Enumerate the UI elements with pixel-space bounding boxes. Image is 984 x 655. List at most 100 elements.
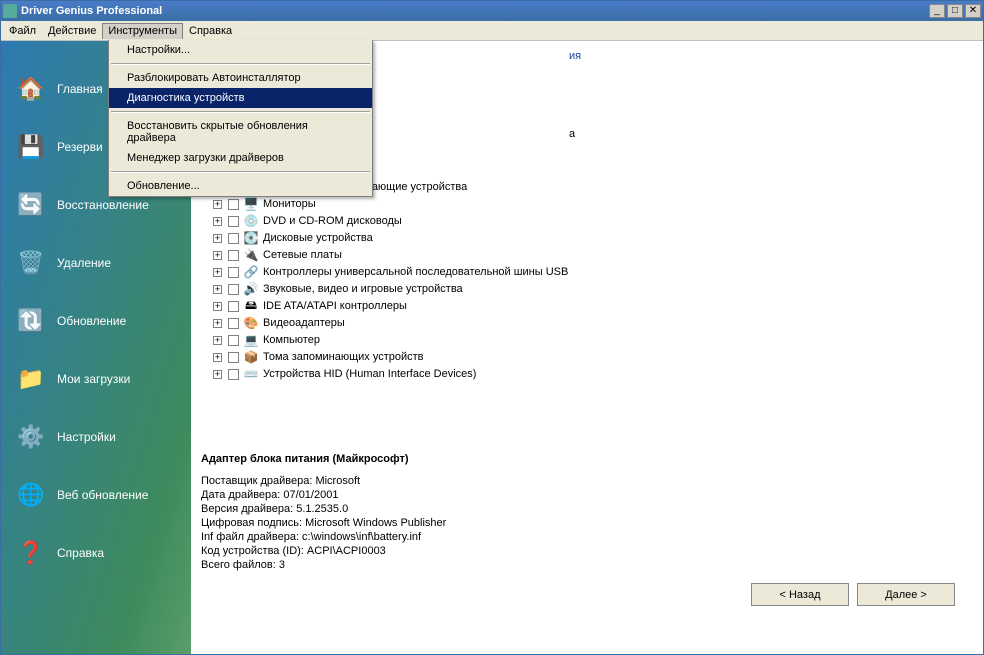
partial-text-mid: а xyxy=(569,128,575,140)
app-icon xyxy=(3,4,17,18)
checkbox[interactable] xyxy=(228,250,239,261)
tree-label: Видеоадаптеры xyxy=(263,317,345,329)
sidebar-label: Настройки xyxy=(57,430,116,444)
detail-line-2: Версия драйвера: 5.1.2535.0 xyxy=(201,503,967,515)
sidebar-label: Мои загрузки xyxy=(57,372,130,386)
sidebar-icon: 🔃 xyxy=(15,305,47,337)
menu-help[interactable]: Справка xyxy=(183,23,238,39)
tools-dropdown: Настройки... Разблокировать Автоинсталлят… xyxy=(108,40,373,197)
driver-details: Адаптер блока питания (Майкрософт) Поста… xyxy=(201,453,967,573)
detail-line-3: Цифровая подпись: Microsoft Windows Publ… xyxy=(201,517,967,529)
sidebar-label: Обновление xyxy=(57,314,126,328)
menu-action[interactable]: Действие xyxy=(42,23,102,39)
expand-icon[interactable]: + xyxy=(213,353,222,362)
tree-label: Звуковые, видео и игровые устройства xyxy=(263,283,463,295)
tree-row[interactable]: +🔗Контроллеры универсальной последовател… xyxy=(213,264,967,280)
device-icon: 🖥️ xyxy=(243,196,259,212)
checkbox[interactable] xyxy=(228,284,239,295)
dropdown-separator xyxy=(111,171,370,173)
detail-line-5: Код устройства (ID): ACPI\ACPI0003 xyxy=(201,545,967,557)
details-title: Адаптер блока питания (Майкрософт) xyxy=(201,453,967,465)
expand-icon[interactable]: + xyxy=(213,234,222,243)
tree-row[interactable]: + 🖥️ Мониторы xyxy=(213,196,967,212)
checkbox[interactable] xyxy=(228,233,239,244)
checkbox[interactable] xyxy=(228,335,239,346)
dropdown-item-6[interactable]: Менеджер загрузки драйверов xyxy=(109,148,372,168)
dropdown-item-2[interactable]: Разблокировать Автоинсталлятор xyxy=(109,68,372,88)
device-icon: 🖴 xyxy=(243,298,259,314)
dropdown-separator xyxy=(111,111,370,113)
next-button[interactable]: Далее > xyxy=(857,583,955,606)
checkbox[interactable] xyxy=(228,352,239,363)
sidebar-icon: ⚙️ xyxy=(15,421,47,453)
device-icon: 💿 xyxy=(243,213,259,229)
device-icon: 💻 xyxy=(243,332,259,348)
sidebar-label: Справка xyxy=(57,546,104,560)
sidebar-icon: 🌐 xyxy=(15,479,47,511)
sidebar-item-4[interactable]: 🔃 Обновление xyxy=(1,299,191,343)
sidebar-item-7[interactable]: 🌐Веб обновление xyxy=(1,473,191,517)
tree-label: Сетевые платы xyxy=(263,249,342,261)
checkbox[interactable] xyxy=(228,318,239,329)
checkbox[interactable] xyxy=(228,216,239,227)
tree-label: Контроллеры универсальной последовательн… xyxy=(263,266,568,278)
tree-row[interactable]: +🔊Звуковые, видео и игровые устройства xyxy=(213,281,967,297)
tree-label: Дисковые устройства xyxy=(263,232,373,244)
device-icon: ⌨️ xyxy=(243,366,259,382)
device-icon: 🔌 xyxy=(243,247,259,263)
detail-line-6: Всего файлов: 3 xyxy=(201,559,967,571)
tree-row[interactable]: + 📦 Тома запоминающих устройств xyxy=(213,349,967,365)
close-button[interactable]: ✕ xyxy=(965,4,981,18)
partial-text-top: ия xyxy=(569,50,581,62)
checkbox[interactable] xyxy=(228,199,239,210)
tree-row[interactable]: + 🎨 Видеоадаптеры xyxy=(213,315,967,331)
tree-label: DVD и CD-ROM дисководы xyxy=(263,215,402,227)
expand-icon[interactable]: + xyxy=(213,370,222,379)
dropdown-item-5[interactable]: Восстановить скрытые обновления драйвера xyxy=(109,116,372,148)
maximize-button[interactable]: □ xyxy=(947,4,963,18)
tree-row[interactable]: + 🖴 IDE ATA/ATAPI контроллеры xyxy=(213,298,967,314)
tree-label: IDE ATA/ATAPI контроллеры xyxy=(263,300,407,312)
checkbox[interactable] xyxy=(228,267,239,278)
expand-icon[interactable]: + xyxy=(213,268,222,277)
dropdown-item-3[interactable]: Диагностика устройств xyxy=(109,88,372,108)
expand-icon[interactable]: + xyxy=(213,319,222,328)
device-icon: 🎨 xyxy=(243,315,259,331)
sidebar-icon: 💾 xyxy=(15,131,47,163)
tree-row[interactable]: + 🔌 Сетевые платы xyxy=(213,247,967,263)
minimize-button[interactable]: _ xyxy=(929,4,945,18)
sidebar-icon: ❓ xyxy=(15,537,47,569)
sidebar-item-5[interactable]: 📁Мои загрузки xyxy=(1,357,191,401)
sidebar-icon: 🔄 xyxy=(15,189,47,221)
window-title: Driver Genius Professional xyxy=(21,5,927,17)
tree-row[interactable]: + 💿 DVD и CD-ROM дисководы xyxy=(213,213,967,229)
titlebar: Driver Genius Professional _ □ ✕ xyxy=(1,1,983,21)
menu-tools[interactable]: Инструменты xyxy=(102,23,183,39)
checkbox[interactable] xyxy=(228,301,239,312)
sidebar-item-8[interactable]: ❓ Справка xyxy=(1,531,191,575)
expand-icon[interactable]: + xyxy=(213,336,222,345)
dropdown-item-0[interactable]: Настройки... xyxy=(109,40,372,60)
tree-row[interactable]: + 💻 Компьютер xyxy=(213,332,967,348)
sidebar-item-3[interactable]: 🗑️Удаление xyxy=(1,241,191,285)
expand-icon[interactable]: + xyxy=(213,302,222,311)
tree-row[interactable]: + 💽 Дисковые устройства xyxy=(213,230,967,246)
device-icon: 💽 xyxy=(243,230,259,246)
tree-label: Тома запоминающих устройств xyxy=(263,351,424,363)
menu-bar: Файл Действие Инструменты Справка xyxy=(1,21,983,41)
sidebar-label: Удаление xyxy=(57,256,111,270)
dropdown-item-8[interactable]: Обновление... xyxy=(109,176,372,196)
tree-row[interactable]: +⌨️Устройства HID (Human Interface Devic… xyxy=(213,366,967,382)
menu-file[interactable]: Файл xyxy=(3,23,42,39)
back-button[interactable]: < Назад xyxy=(751,583,849,606)
sidebar-item-6[interactable]: ⚙️ Настройки xyxy=(1,415,191,459)
tree-label: Компьютер xyxy=(263,334,320,346)
expand-icon[interactable]: + xyxy=(213,217,222,226)
expand-icon[interactable]: + xyxy=(213,251,222,260)
expand-icon[interactable]: + xyxy=(213,285,222,294)
sidebar-label: Восстановление xyxy=(57,198,149,212)
expand-icon[interactable]: + xyxy=(213,200,222,209)
device-icon: 📦 xyxy=(243,349,259,365)
tree-label: Мониторы xyxy=(263,198,316,210)
checkbox[interactable] xyxy=(228,369,239,380)
